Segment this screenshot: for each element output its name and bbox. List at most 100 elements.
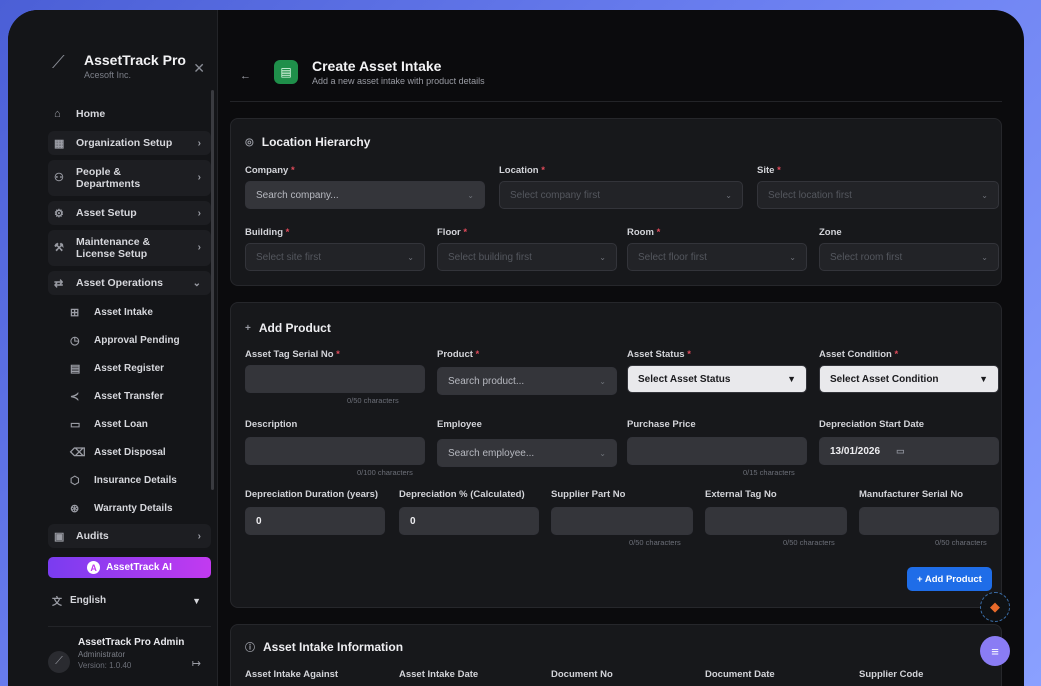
description-input[interactable] bbox=[245, 437, 425, 465]
building-select[interactable]: Select site first ⌄ bbox=[245, 243, 425, 271]
add-product-card: + Add Product Asset Tag Serial No * 0/50… bbox=[230, 302, 1002, 608]
intake-date-label: Asset Intake Date bbox=[399, 669, 479, 680]
asset-condition-select[interactable]: Select Asset Condition ▼ bbox=[819, 365, 999, 393]
purchase-price-label: Purchase Price bbox=[627, 419, 696, 430]
sidebar-subitem-asset-register[interactable]: ▤ Asset Register bbox=[48, 356, 211, 380]
chevron-right-icon: › bbox=[197, 242, 201, 253]
sidebar-subitem-label: Asset Transfer bbox=[94, 390, 164, 402]
transfer-icon: ⇄ bbox=[54, 277, 64, 290]
sidebar-item-asset-setup[interactable]: ⚙ Asset Setup › bbox=[48, 201, 211, 225]
sidebar-item-asset-operations[interactable]: ⇄ Asset Operations ⌄ bbox=[48, 271, 211, 295]
org-name: Acesoft Inc. bbox=[84, 70, 132, 80]
chevron-down-icon: ⌄ bbox=[599, 448, 606, 458]
floating-menu-button[interactable]: ≡ bbox=[980, 636, 1010, 666]
caret-down-icon: ▼ bbox=[787, 374, 796, 384]
room-label: Room * bbox=[627, 227, 661, 238]
assettrack-ai-button[interactable]: A AssetTrack AI bbox=[48, 557, 211, 579]
sidebar: ⟋ AssetTrack Pro Acesoft Inc. ✕ ⌂ Home ▦… bbox=[8, 10, 218, 686]
sidebar-item-label: Asset Operations bbox=[76, 277, 163, 289]
share-icon: ≺ bbox=[70, 390, 80, 403]
sidebar-subitem-asset-disposal[interactable]: ⌫ Asset Disposal bbox=[48, 440, 211, 464]
sidebar-item-organization-setup[interactable]: ▦ Organization Setup › bbox=[48, 131, 211, 155]
close-icon[interactable]: ✕ bbox=[193, 60, 205, 77]
sidebar-subitem-approval-pending[interactable]: ◷ Approval Pending bbox=[48, 328, 211, 352]
chevron-right-icon: › bbox=[197, 137, 201, 149]
app-name: AssetTrack Pro bbox=[84, 52, 186, 68]
sidebar-item-label: Organization Setup bbox=[76, 137, 173, 149]
sidebar-subitem-asset-loan[interactable]: ▭ Asset Loan bbox=[48, 412, 211, 436]
mfr-serial-label: Manufacturer Serial No bbox=[859, 489, 963, 500]
sidebar-subitem-asset-intake[interactable]: ⊞ Asset Intake bbox=[48, 300, 211, 324]
dep-duration-label: Depreciation Duration (years) bbox=[245, 489, 379, 500]
purchase-price-input[interactable] bbox=[627, 437, 807, 465]
room-select[interactable]: Select floor first ⌄ bbox=[627, 243, 807, 271]
main-content: ← ▤ Create Asset Intake Add a new asset … bbox=[218, 10, 1024, 686]
dep-pct-input[interactable]: 0 bbox=[399, 507, 539, 535]
add-product-button[interactable]: + Add Product bbox=[907, 567, 992, 591]
ai-icon: A bbox=[87, 561, 101, 575]
calendar-icon[interactable]: ▭ bbox=[896, 446, 905, 457]
zone-select[interactable]: Select room first ⌄ bbox=[819, 243, 999, 271]
site-select[interactable]: Select location first ⌄ bbox=[757, 181, 999, 209]
sidebar-item-home[interactable]: ⌂ Home bbox=[48, 102, 211, 126]
section-title: Location Hierarchy bbox=[261, 135, 371, 149]
chevron-right-icon: › bbox=[197, 172, 201, 183]
product-search-input[interactable]: Search product... ⌄ bbox=[437, 367, 617, 395]
trash-icon: ⌫ bbox=[70, 446, 86, 459]
chevron-down-icon: ⌄ bbox=[467, 190, 474, 200]
info-icon: ⓘ bbox=[245, 643, 255, 654]
shield-icon: ⬡ bbox=[70, 474, 80, 487]
chevron-down-icon: ⌄ bbox=[192, 277, 201, 289]
zone-label: Zone bbox=[819, 227, 842, 238]
chevron-down-icon: ⌄ bbox=[789, 252, 796, 262]
sidebar-subitem-label: Warranty Details bbox=[94, 502, 173, 514]
asset-status-select[interactable]: Select Asset Status ▼ bbox=[627, 365, 807, 393]
char-counter: 0/50 characters bbox=[935, 538, 987, 547]
dep-duration-input[interactable]: 0 bbox=[245, 507, 385, 535]
sidebar-subitem-warranty-details[interactable]: ⊛ Warranty Details bbox=[48, 496, 211, 520]
sidebar-subitem-label: Asset Intake bbox=[94, 306, 153, 318]
floor-label: Floor * bbox=[437, 227, 468, 238]
app-window: ⟋ AssetTrack Pro Acesoft Inc. ✕ ⌂ Home ▦… bbox=[8, 10, 1024, 686]
external-tag-input[interactable] bbox=[705, 507, 847, 535]
people-icon: ⚇ bbox=[54, 172, 64, 184]
location-select[interactable]: Select company first ⌄ bbox=[499, 181, 743, 209]
location-label: Location * bbox=[499, 165, 545, 176]
sidebar-item-people-departments[interactable]: ⚇ People & Departments › bbox=[48, 160, 211, 196]
gear-icon: ⚙ bbox=[54, 207, 64, 220]
translate-icon: 文 bbox=[52, 597, 62, 609]
floating-assistant-button[interactable]: ◆ bbox=[980, 592, 1010, 622]
asset-status-label: Asset Status * bbox=[627, 349, 691, 360]
sidebar-subitem-label: Approval Pending bbox=[94, 334, 180, 346]
dep-start-date-input[interactable]: 13/01/2026 ▭ bbox=[819, 437, 999, 465]
sidebar-item-label: Home bbox=[76, 108, 106, 120]
employee-search-input[interactable]: Search employee... ⌄ bbox=[437, 439, 617, 467]
user-profile: ⟋ AssetTrack Pro Admin Administrator Ver… bbox=[48, 625, 211, 686]
floor-select[interactable]: Select building first ⌄ bbox=[437, 243, 617, 271]
sidebar-item-audits[interactable]: ▣ Audits › bbox=[48, 524, 211, 548]
sidebar-nav: ⌂ Home ▦ Organization Setup › ⚇ People &… bbox=[8, 94, 217, 553]
sidebar-subitem-insurance-details[interactable]: ⬡ Insurance Details bbox=[48, 468, 211, 492]
plus-icon: + bbox=[245, 322, 251, 334]
card-title: + Add Product bbox=[245, 321, 331, 335]
external-tag-label: External Tag No bbox=[705, 489, 777, 500]
asset-tag-input[interactable] bbox=[245, 365, 425, 393]
app-version: Version: 1.0.40 bbox=[78, 660, 132, 670]
sidebar-subitem-asset-transfer[interactable]: ≺ Asset Transfer bbox=[48, 384, 211, 408]
company-search-input[interactable]: Search company... ⌄ bbox=[245, 181, 485, 209]
location-pin-icon: ◎ bbox=[245, 136, 254, 148]
section-title: Asset Intake Information bbox=[263, 639, 404, 654]
dep-start-label: Depreciation Start Date bbox=[819, 419, 925, 430]
sidebar-scrollbar[interactable] bbox=[211, 90, 214, 490]
logout-icon[interactable]: ↦ bbox=[192, 657, 201, 670]
sidebar-item-maintenance[interactable]: ⚒ Maintenance & License Setup › bbox=[48, 230, 211, 266]
mfr-serial-input[interactable] bbox=[859, 507, 999, 535]
brand: ⟋ AssetTrack Pro Acesoft Inc. ✕ bbox=[8, 10, 217, 94]
home-icon: ⌂ bbox=[54, 108, 61, 120]
language-label: English bbox=[70, 595, 107, 607]
back-arrow-icon[interactable]: ← bbox=[240, 70, 251, 82]
char-counter: 0/15 characters bbox=[743, 468, 795, 477]
supplier-part-input[interactable] bbox=[551, 507, 693, 535]
language-selector[interactable]: 文 English ▼ bbox=[48, 590, 211, 611]
char-counter: 0/100 characters bbox=[357, 468, 413, 477]
